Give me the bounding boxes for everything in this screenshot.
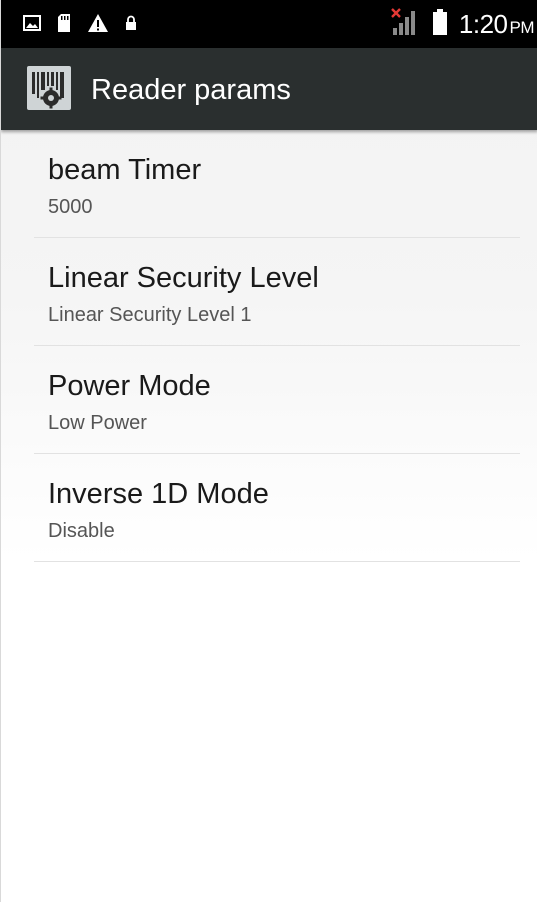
pref-title: beam Timer [48,154,202,186]
pref-title: Linear Security Level [48,262,319,294]
pref-summary: Low Power [48,412,147,434]
preference-list: beam Timer 5000 Linear Security Level Li… [1,130,537,562]
pref-summary: 5000 [48,196,93,218]
warning-icon [87,13,109,38]
battery-icon [431,8,449,41]
pref-summary: Linear Security Level 1 [48,304,252,326]
pref-title: Inverse 1D Mode [48,478,269,510]
pref-inverse-1d-mode[interactable]: Inverse 1D Mode Disable [34,454,520,562]
lock-icon [125,15,137,36]
pref-summary: Disable [48,520,115,542]
clock: 1:20 PM [458,8,535,40]
image-notification-icon [23,14,41,36]
notification-icons [23,13,137,38]
sd-card-icon [57,13,71,38]
status-bar: 1:20 PM [1,0,537,48]
pref-linear-security-level[interactable]: Linear Security Level Linear Security Le… [34,238,520,346]
pref-power-mode[interactable]: Power Mode Low Power [34,346,520,454]
screen: 1:20 PM Reader params beam Timer 5000 Li… [0,0,537,902]
page-title: Reader params [91,74,291,106]
pref-title: Power Mode [48,370,211,402]
action-bar: Reader params [1,48,537,130]
system-icons: 1:20 PM [391,7,535,41]
pref-beam-timer[interactable]: beam Timer 5000 [34,130,520,238]
clock-ampm: PM [509,17,535,37]
no-signal-icon [391,7,421,41]
barcode-settings-icon[interactable] [27,66,71,110]
clock-time: 1:20 [458,8,508,39]
